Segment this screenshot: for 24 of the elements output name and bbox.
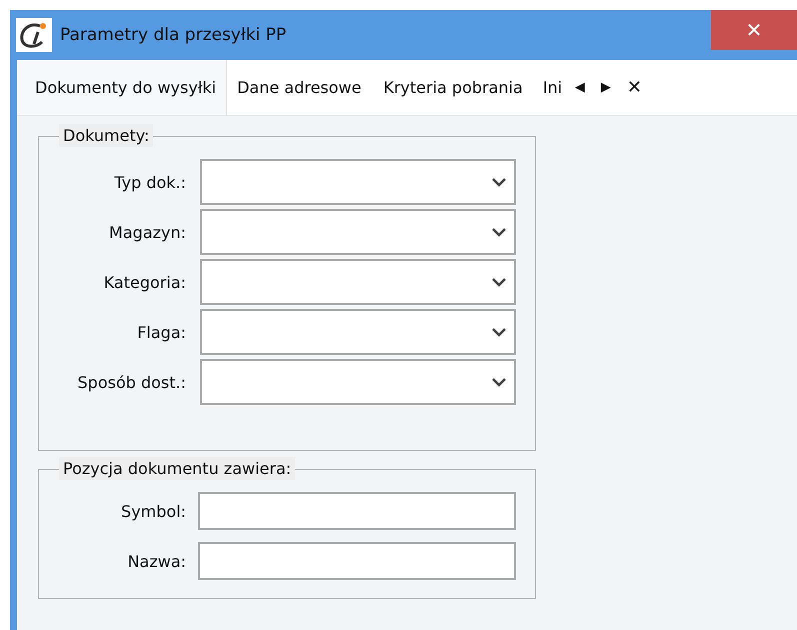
dropdown-field[interactable] xyxy=(200,259,516,305)
dropdown-field[interactable] xyxy=(200,209,516,255)
chevron-down-icon xyxy=(492,328,506,336)
chevron-down-icon xyxy=(492,178,506,186)
dropdown-field[interactable] xyxy=(200,159,516,205)
field-label: Symbol: xyxy=(120,502,186,520)
chevron-down-icon xyxy=(492,228,506,236)
input-field[interactable] xyxy=(198,492,516,530)
input-field[interactable] xyxy=(198,542,516,580)
dropdown-field[interactable] xyxy=(200,359,516,405)
field-label: Flaga: xyxy=(136,322,186,342)
field-label: Magazyn: xyxy=(108,222,186,242)
group-title: Dokumety: xyxy=(59,124,154,147)
chevron-down-icon xyxy=(492,378,506,386)
window-title: Parametry dla przesyłki PP xyxy=(60,25,286,45)
field-label: Nazwa: xyxy=(126,552,186,570)
field-label: Typ dok.: xyxy=(113,172,186,192)
chevron-down-icon xyxy=(492,278,506,286)
field-label: Sposób dost.: xyxy=(76,372,186,392)
tab[interactable]: Dokumenty do wysyłki xyxy=(17,60,228,115)
close-button[interactable]: ✕ xyxy=(711,10,797,50)
dropdown-field[interactable] xyxy=(200,309,516,355)
field-label: Kategoria: xyxy=(102,272,186,292)
group-title: Pozycja dokumentu zawiera: xyxy=(59,457,296,480)
